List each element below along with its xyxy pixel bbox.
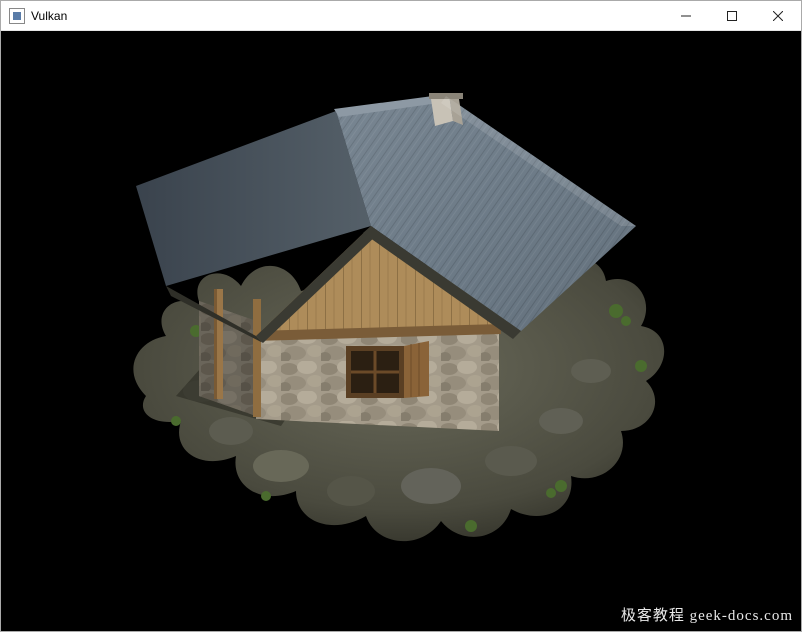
close-icon [773, 11, 783, 21]
application-window: Vulkan [0, 0, 802, 632]
titlebar-left: Vulkan [1, 8, 67, 24]
viewport-3d[interactable]: 极客教程 geek-docs.com [1, 31, 801, 631]
minimize-button[interactable] [663, 1, 709, 30]
window-title: Vulkan [31, 9, 67, 23]
title-bar[interactable]: Vulkan [1, 1, 801, 31]
minimize-icon [681, 11, 691, 21]
rendered-scene [1, 31, 801, 631]
maximize-icon [727, 11, 737, 21]
window [346, 341, 429, 398]
app-icon [9, 8, 25, 24]
maximize-button[interactable] [709, 1, 755, 30]
close-button[interactable] [755, 1, 801, 30]
window-controls [663, 1, 801, 30]
